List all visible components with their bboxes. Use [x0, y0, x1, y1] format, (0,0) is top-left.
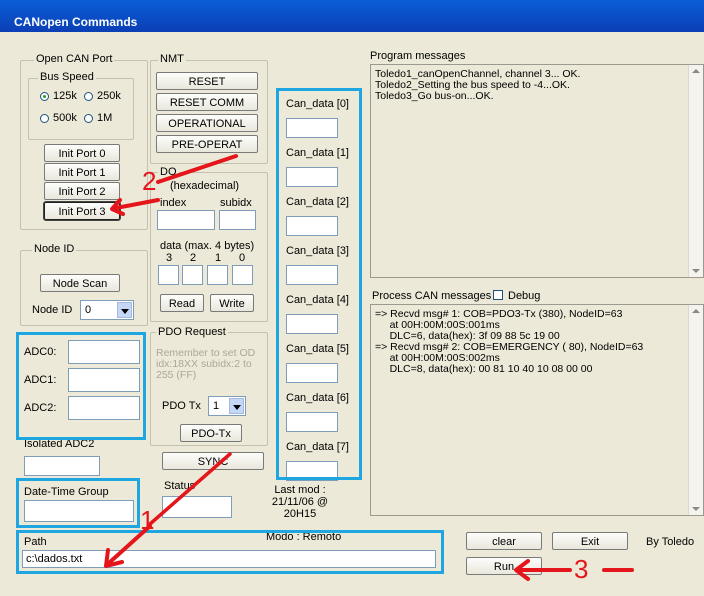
annotation-arrows — [104, 154, 634, 581]
annotation-arrow-1-upper-line — [148, 452, 232, 526]
annotation-number-3: 3 — [574, 554, 589, 584]
annotation-number-2: 2 — [142, 166, 157, 196]
annotation-number-1: 1 — [140, 505, 155, 535]
annotation-arrow-2-head-line — [114, 198, 160, 210]
annotation-arrow-2-line — [156, 154, 238, 184]
